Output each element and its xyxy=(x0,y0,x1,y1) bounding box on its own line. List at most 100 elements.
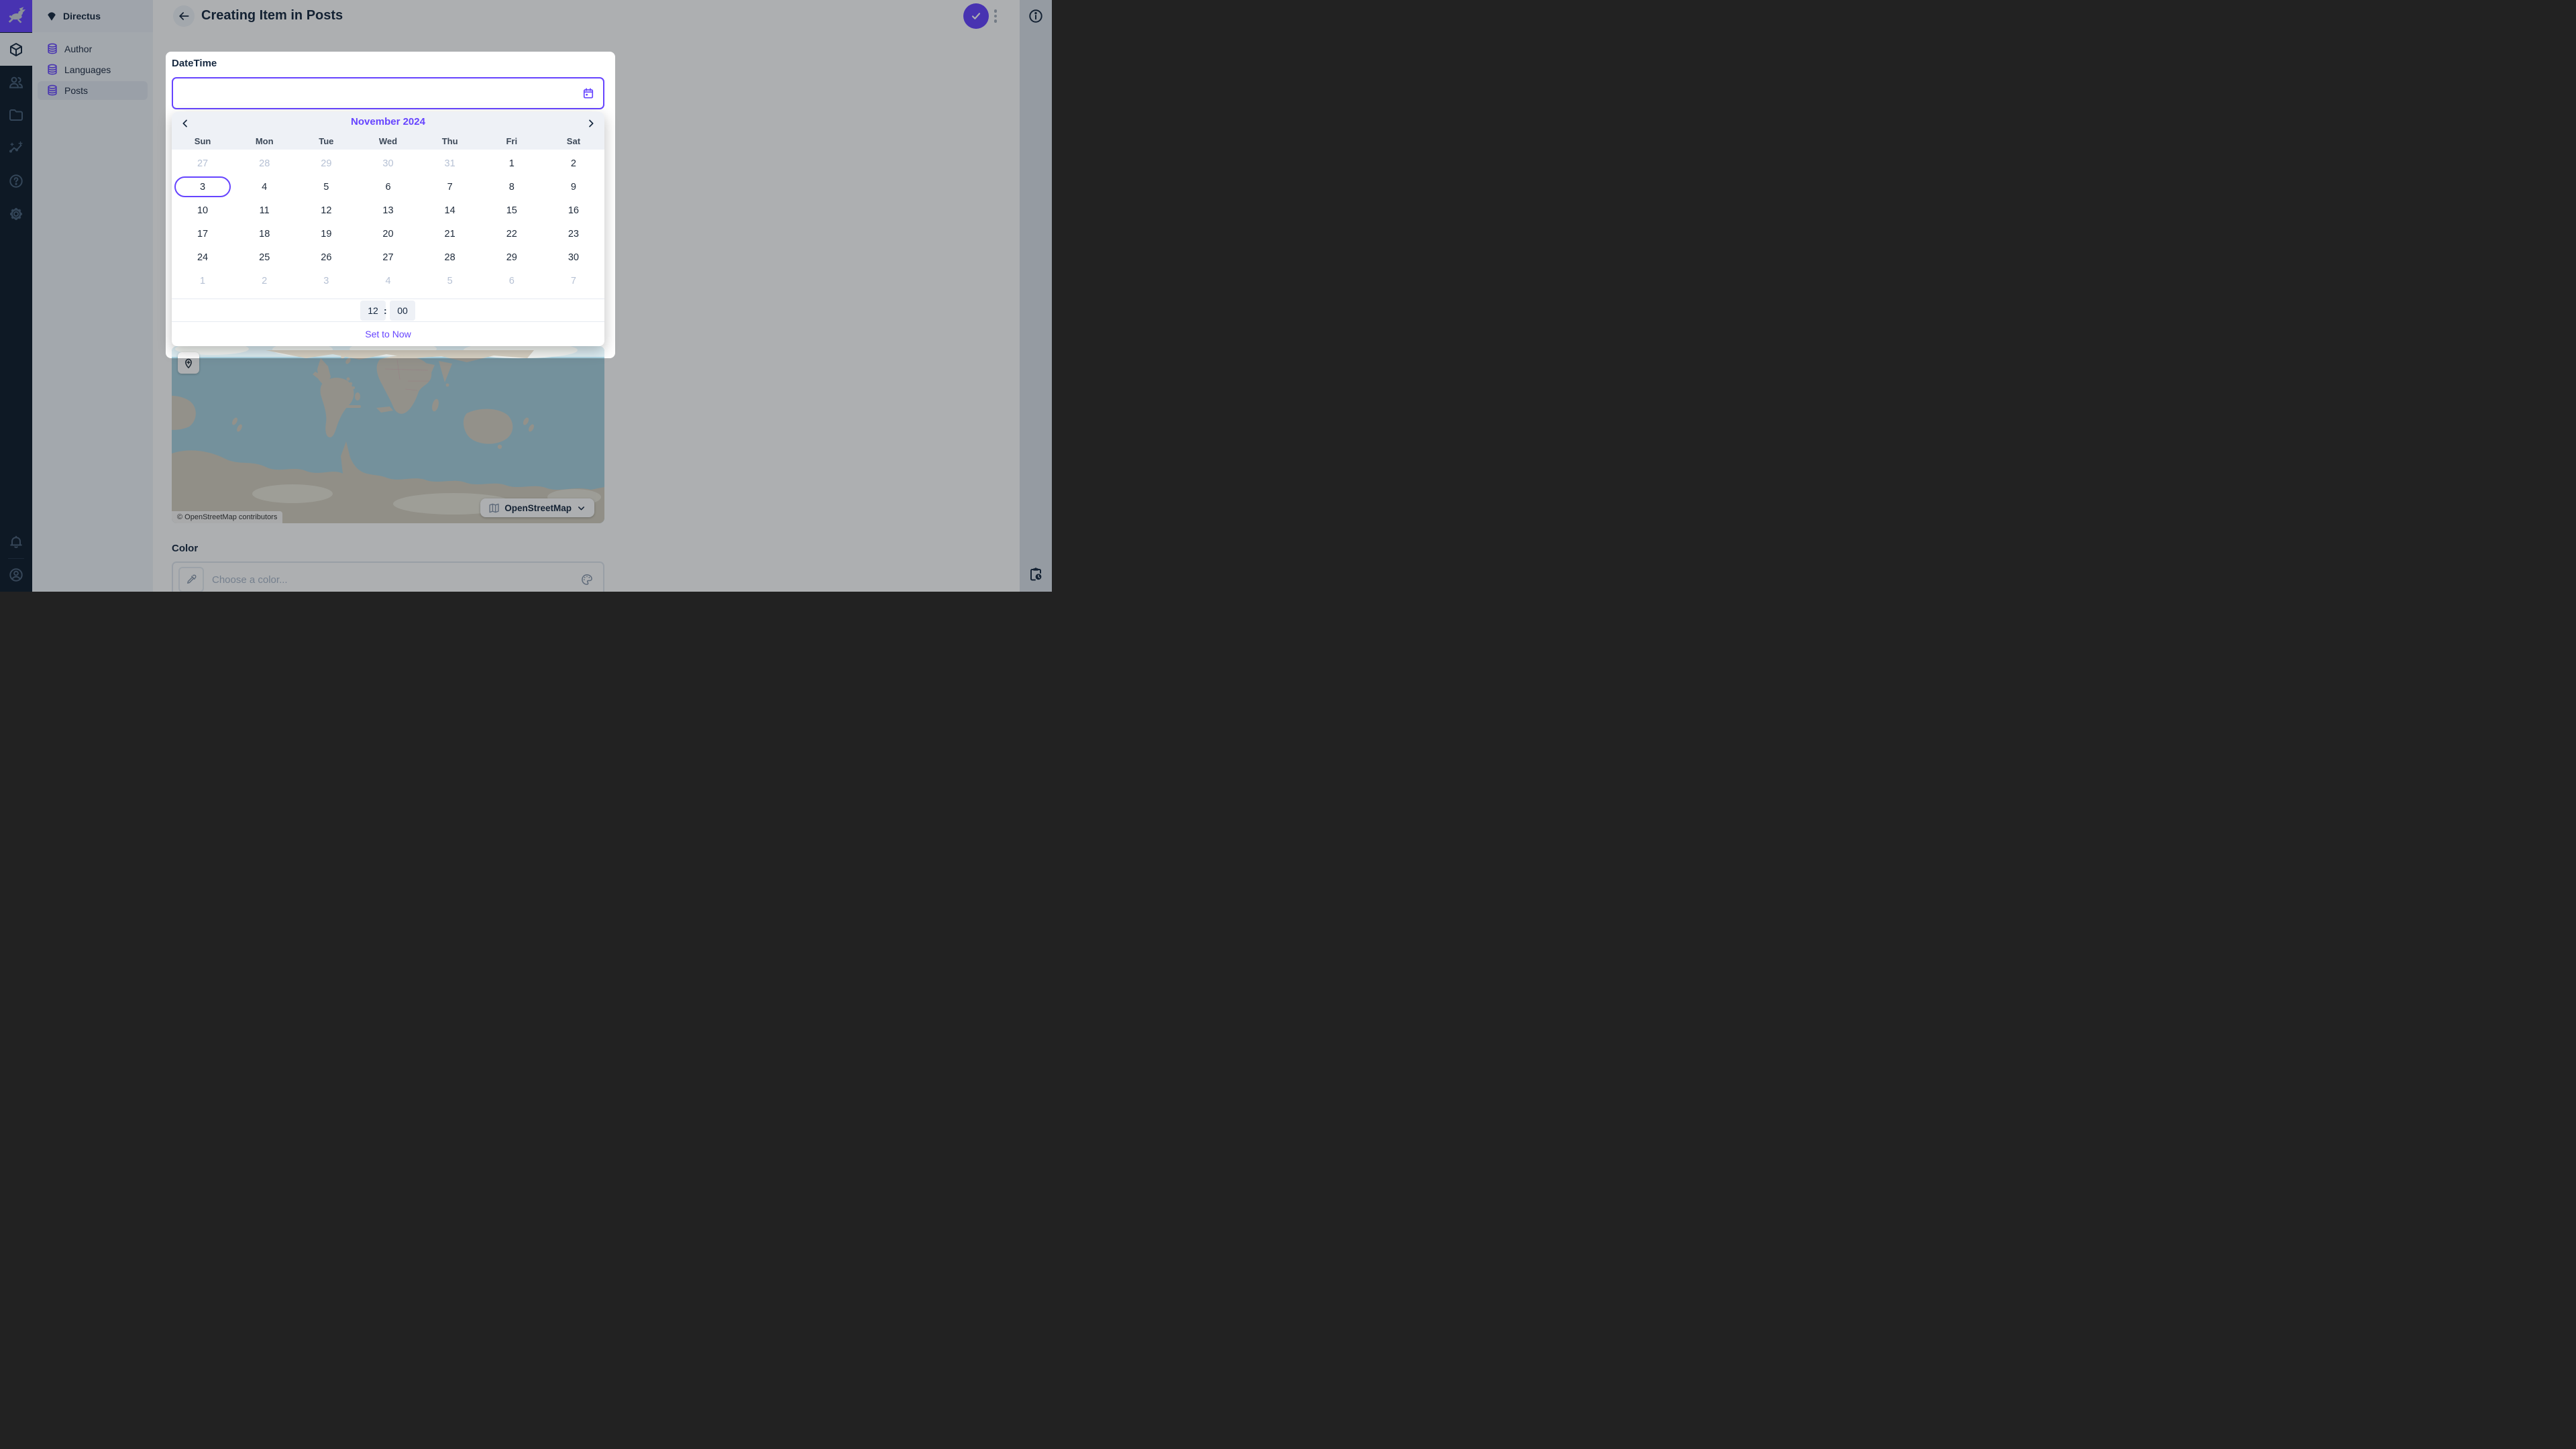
calendar-day[interactable]: 6 xyxy=(481,269,543,292)
calendar-day[interactable]: 27 xyxy=(357,246,419,269)
calendar-day[interactable]: 14 xyxy=(419,199,481,222)
folder-icon xyxy=(8,107,24,123)
calendar-day[interactable]: 18 xyxy=(233,222,295,246)
calendar-day[interactable]: 16 xyxy=(543,199,604,222)
weekday-label: Sun xyxy=(172,132,233,150)
database-icon xyxy=(46,63,59,76)
calendar-day[interactable]: 3 xyxy=(295,269,357,292)
module-insights[interactable] xyxy=(0,131,32,164)
calendar-day[interactable]: 5 xyxy=(295,175,357,199)
calendar-day[interactable]: 1 xyxy=(172,269,233,292)
nav-sidebar: Directus Author Languages xyxy=(32,0,153,592)
basemap-selector[interactable]: OpenStreetMap xyxy=(480,498,594,517)
next-month-button[interactable] xyxy=(583,115,599,131)
calendar-day[interactable]: 7 xyxy=(543,269,604,292)
calendar-day[interactable]: 28 xyxy=(233,152,295,175)
calendar-day-grid: 2728293031123456789101112131415161718192… xyxy=(172,152,604,292)
datetime-input-wrap xyxy=(172,77,604,109)
palette-icon xyxy=(580,573,594,586)
map-field[interactable]: © OpenStreetMap contributors OpenStreetM… xyxy=(172,346,604,523)
month-label[interactable]: November 2024 xyxy=(172,116,604,127)
calendar-day[interactable]: 17 xyxy=(172,222,233,246)
box-icon xyxy=(8,42,24,58)
more-options-button[interactable] xyxy=(990,7,1001,25)
module-files[interactable] xyxy=(0,99,32,131)
calendar-day[interactable]: 4 xyxy=(357,269,419,292)
time-separator: : xyxy=(384,305,387,316)
sidebar-item-languages[interactable]: Languages xyxy=(38,60,148,79)
activity-button[interactable] xyxy=(1028,566,1044,582)
calendar-day[interactable]: 2 xyxy=(233,269,295,292)
module-help[interactable] xyxy=(0,164,32,197)
directus-logo[interactable] xyxy=(0,0,32,32)
calendar-day[interactable]: 4 xyxy=(233,175,295,199)
calendar-day[interactable]: 29 xyxy=(295,152,357,175)
module-users[interactable] xyxy=(0,66,32,99)
calendar-day[interactable]: 23 xyxy=(543,222,604,246)
clipboard-clock-icon xyxy=(1028,566,1044,582)
project-icon xyxy=(46,10,58,22)
calendar-day[interactable]: 30 xyxy=(543,246,604,269)
color-swatch-button[interactable] xyxy=(178,567,204,592)
calendar-day[interactable]: 29 xyxy=(481,246,543,269)
datetime-field-label: DateTime xyxy=(172,58,217,69)
color-input[interactable]: Choose a color... xyxy=(172,561,604,592)
set-to-now-button[interactable]: Set to Now xyxy=(172,322,604,346)
notifications-button[interactable] xyxy=(0,526,32,558)
module-content-active[interactable] xyxy=(0,33,32,66)
users-icon xyxy=(8,74,24,91)
calendar-day[interactable]: 5 xyxy=(419,269,481,292)
sidebar-item-label: Author xyxy=(64,44,92,54)
calendar-day[interactable]: 27 xyxy=(172,152,233,175)
calendar-day[interactable]: 25 xyxy=(233,246,295,269)
calendar-day[interactable]: 8 xyxy=(481,175,543,199)
calendar-day[interactable]: 13 xyxy=(357,199,419,222)
page-header: Creating Item in Posts xyxy=(153,0,1020,32)
calendar-day[interactable]: 11 xyxy=(233,199,295,222)
info-button[interactable] xyxy=(1028,8,1044,24)
basemap-label: OpenStreetMap xyxy=(504,503,572,513)
calendar-day[interactable]: 20 xyxy=(357,222,419,246)
sidebar-item-label: Posts xyxy=(64,85,88,96)
calendar-day[interactable]: 9 xyxy=(543,175,604,199)
calendar-day[interactable]: 19 xyxy=(295,222,357,246)
time-row: 12 : 00 xyxy=(172,299,604,322)
module-settings[interactable] xyxy=(0,197,32,230)
calendar-day[interactable]: 1 xyxy=(481,152,543,175)
account-button[interactable] xyxy=(0,559,32,591)
app-window: Directus Author Languages xyxy=(0,0,1052,592)
project-chooser[interactable]: Directus xyxy=(32,0,153,32)
calendar-day[interactable]: 21 xyxy=(419,222,481,246)
map-attribution[interactable]: © OpenStreetMap contributors xyxy=(172,511,282,523)
eyedropper-icon xyxy=(185,574,197,586)
minute-input[interactable]: 00 xyxy=(390,301,415,321)
calendar-day[interactable]: 22 xyxy=(481,222,543,246)
calendar-day[interactable]: 7 xyxy=(419,175,481,199)
dot xyxy=(994,15,998,18)
hour-input[interactable]: 12 xyxy=(360,301,386,321)
calendar-header: November 2024 SunMonTueWedThuFriSat xyxy=(172,112,604,150)
calendar-day[interactable]: 26 xyxy=(295,246,357,269)
calendar-day[interactable]: 30 xyxy=(357,152,419,175)
dot xyxy=(994,19,998,23)
sidebar-item-author[interactable]: Author xyxy=(38,40,148,58)
sidebar-item-posts[interactable]: Posts xyxy=(38,81,148,100)
calendar-day[interactable]: 31 xyxy=(419,152,481,175)
save-button[interactable] xyxy=(963,3,989,29)
calendar-day[interactable]: 24 xyxy=(172,246,233,269)
calendar-day[interactable]: 6 xyxy=(357,175,419,199)
calendar-icon[interactable] xyxy=(582,87,595,100)
calendar-day[interactable]: 15 xyxy=(481,199,543,222)
calendar-day[interactable]: 2 xyxy=(543,152,604,175)
calendar-day[interactable]: 12 xyxy=(295,199,357,222)
calendar-day[interactable]: 10 xyxy=(172,199,233,222)
arrow-left-icon xyxy=(177,9,191,23)
account-circle-icon xyxy=(8,567,24,583)
calendar-day[interactable]: 28 xyxy=(419,246,481,269)
back-button[interactable] xyxy=(173,5,195,27)
calendar-day-selected[interactable]: 3 xyxy=(172,175,233,199)
datetime-input[interactable] xyxy=(172,77,604,109)
project-name: Directus xyxy=(63,11,101,21)
add-location-button[interactable] xyxy=(178,352,199,374)
info-icon xyxy=(1028,8,1044,24)
